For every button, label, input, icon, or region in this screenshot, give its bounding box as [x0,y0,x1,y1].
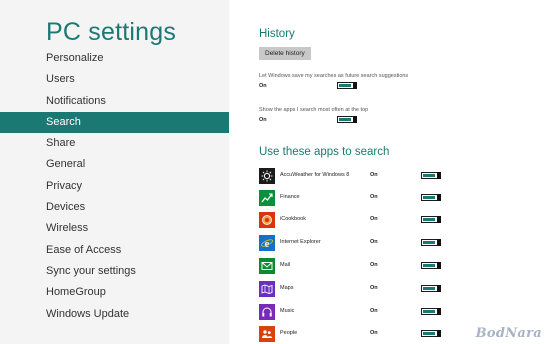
app-state: On [370,308,378,314]
app-state: On [370,262,378,268]
delete-history-button[interactable]: Delete history [259,47,311,60]
nav-item-search[interactable]: Search [0,111,229,134]
settings-nav-pane: PC settings Personalize Users Notification… [0,0,229,344]
app-name: iCookbook [280,216,306,222]
app-name: Maps [280,285,294,291]
app-row: Maps On [259,281,489,297]
app-row: Music On [259,304,489,320]
headphones-icon [259,304,275,320]
toggle-thumb[interactable] [437,285,441,292]
nav-list: Personalize Users Notifications Search Share… [0,48,229,325]
app-name: Internet Explorer [280,239,321,245]
cookbook-icon [259,212,275,228]
app-state: On [370,194,378,200]
nav-item-personalize[interactable]: Personalize [0,48,229,69]
app-state: On [370,216,378,222]
nav-item-windows-update[interactable]: Windows Update [0,304,229,325]
page-title: PC settings [46,18,177,46]
people-icon [259,326,275,342]
toggle-fill [339,118,351,121]
map-icon [259,281,275,297]
app-search-toggle[interactable] [421,330,441,337]
toggle-fill [423,174,435,177]
app-search-toggle[interactable] [421,172,441,179]
nav-item-users[interactable]: Users [0,69,229,90]
nav-item-wireless[interactable]: Wireless [0,218,229,239]
toggle-fill [423,196,435,199]
apps-heading: Use these apps to search [259,146,390,158]
ie-icon: e [259,235,275,251]
toggle-fill [423,264,435,267]
app-state: On [370,239,378,245]
nav-item-privacy[interactable]: Privacy [0,176,229,197]
toggle-thumb[interactable] [437,239,441,246]
app-search-toggle[interactable] [421,216,441,223]
frequent-apps-toggle[interactable] [337,116,357,123]
toggle-thumb[interactable] [437,194,441,201]
app-search-toggle[interactable] [421,308,441,315]
watermark: BodNara [475,326,542,341]
app-row: iCookbook On [259,212,489,228]
nav-item-ease-of-access[interactable]: Ease of Access [0,240,229,261]
toggle-thumb[interactable] [353,116,357,123]
app-state: On [370,172,378,178]
search-settings-pane: History Delete history Let Windows save … [229,0,550,344]
nav-item-share[interactable]: Share [0,133,229,154]
nav-item-sync-your-settings[interactable]: Sync your settings [0,261,229,282]
nav-item-notifications[interactable]: Notifications [0,91,229,112]
chart-up-icon [259,190,275,206]
app-name: Mail [280,262,291,268]
frequent-apps-label: Show the apps I search most often at the… [259,107,369,113]
app-name: Finance [280,194,300,200]
app-row: Mail On [259,258,489,274]
toggle-fill [423,218,435,221]
app-name: AccuWeather for Windows 8 [280,172,350,178]
mail-icon [259,258,275,274]
app-row: e Internet Explorer On [259,235,489,251]
history-heading: History [259,28,295,40]
app-name: Music [280,308,295,314]
nav-item-homegroup[interactable]: HomeGroup [0,282,229,303]
toggle-thumb[interactable] [353,82,357,89]
app-state: On [370,285,378,291]
app-row: Finance On [259,190,489,206]
save-searches-toggle[interactable] [337,82,357,89]
sun-icon [259,168,275,184]
app-name: People [280,330,298,336]
nav-item-general[interactable]: General [0,154,229,175]
app-search-toggle[interactable] [421,194,441,201]
toggle-thumb[interactable] [437,262,441,269]
toggle-thumb[interactable] [437,216,441,223]
app-row: People On [259,326,489,342]
toggle-fill [423,332,435,335]
toggle-fill [339,84,351,87]
toggle-thumb[interactable] [437,308,441,315]
toggle-thumb[interactable] [437,330,441,337]
save-searches-label: Let Windows save my searches as future s… [259,73,409,79]
toggle-fill [423,241,435,244]
app-row: AccuWeather for Windows 8 On [259,168,489,184]
toggle-fill [423,310,435,313]
app-search-toggle[interactable] [421,285,441,292]
toggle-thumb[interactable] [437,172,441,179]
nav-item-devices[interactable]: Devices [0,197,229,218]
app-state: On [370,330,378,336]
frequent-apps-state: On [259,117,267,123]
app-search-toggle[interactable] [421,262,441,269]
toggle-fill [423,287,435,290]
app-search-toggle[interactable] [421,239,441,246]
save-searches-state: On [259,83,267,89]
